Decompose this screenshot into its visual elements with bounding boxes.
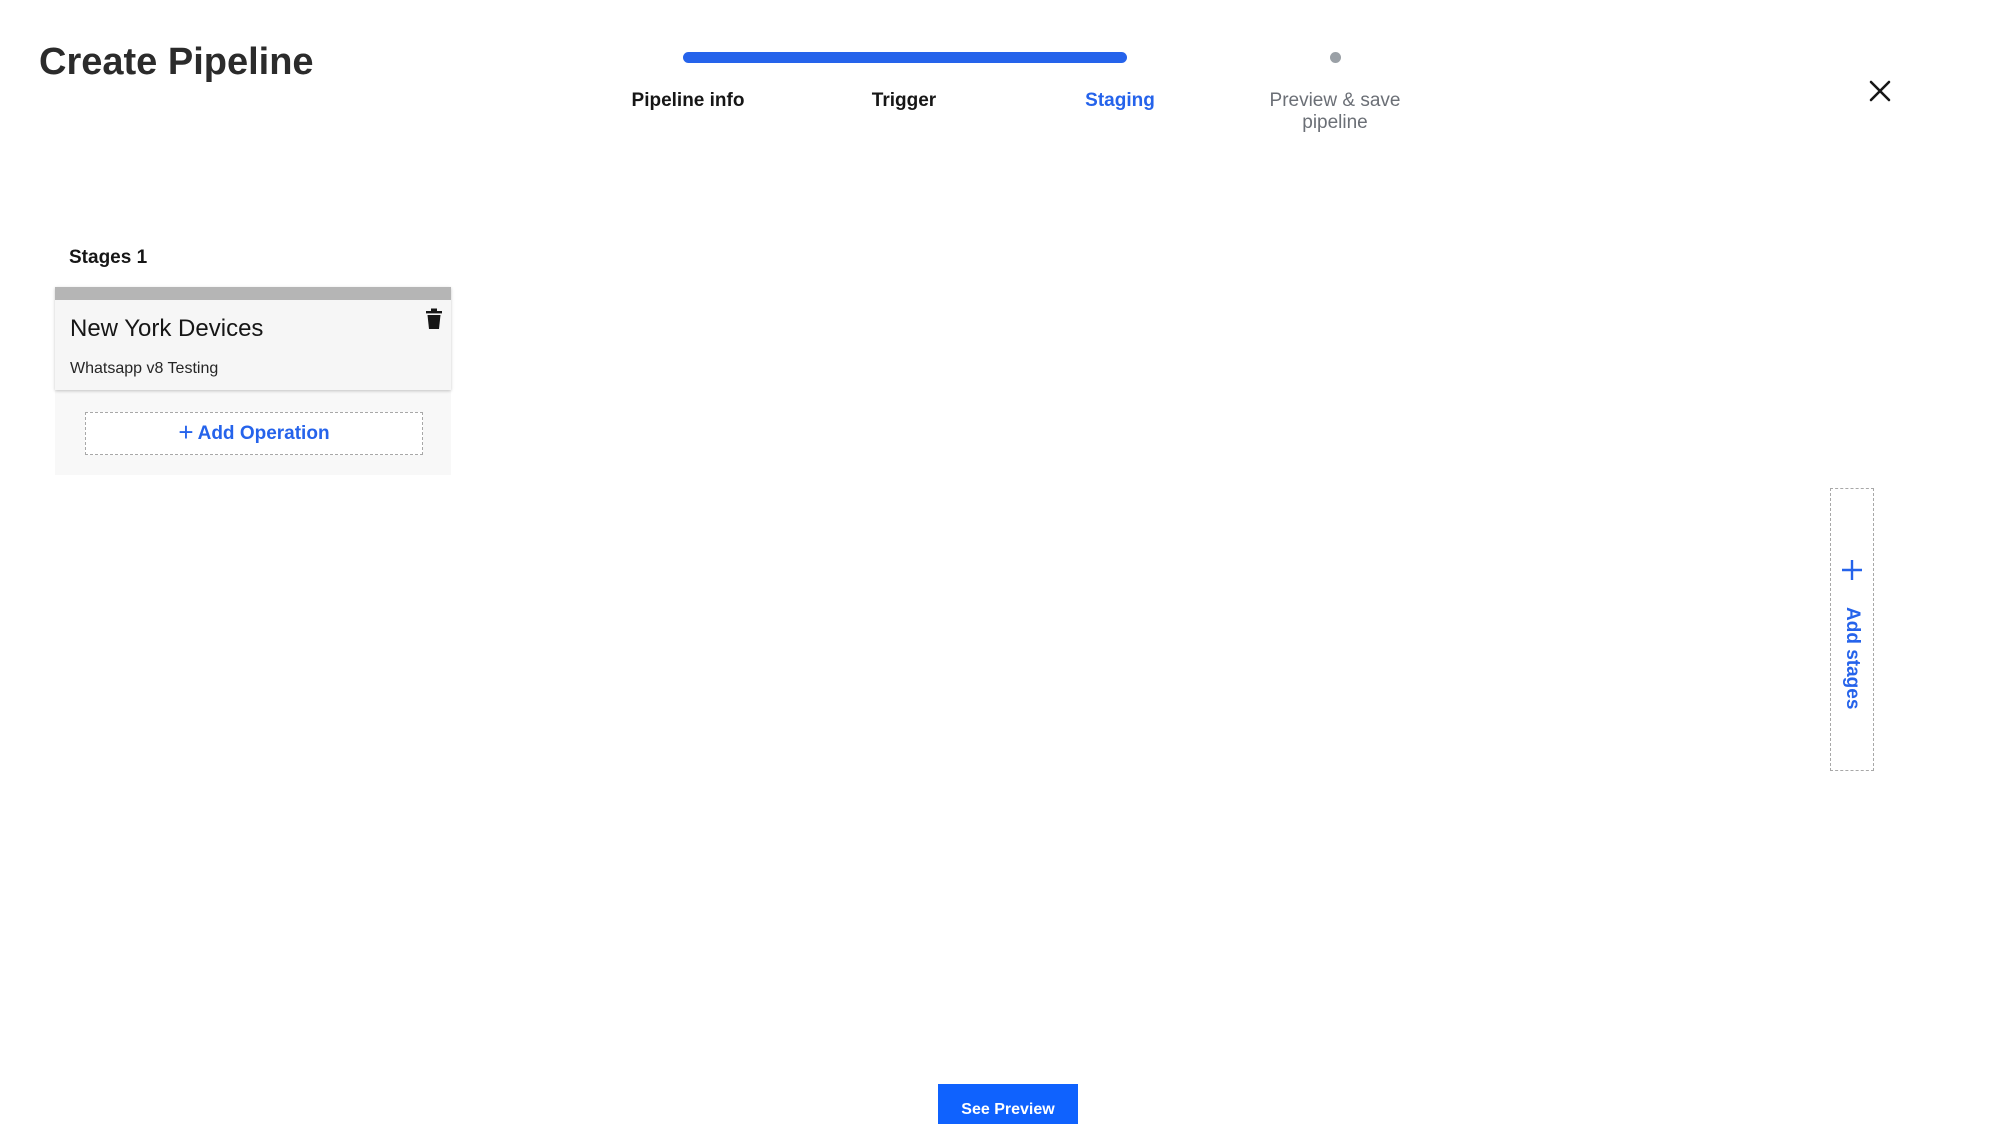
stage-card-subtitle: Whatsapp v8 Testing xyxy=(70,360,219,377)
step-preview-save[interactable]: Preview & save pipeline xyxy=(1260,90,1410,134)
add-stages-label: Add stages xyxy=(1842,607,1863,710)
plus-icon xyxy=(1840,558,1864,582)
step-staging[interactable]: Staging xyxy=(1060,90,1180,112)
page-title: Create Pipeline xyxy=(39,41,314,83)
trash-icon xyxy=(424,308,444,333)
add-operation-label: Add Operation xyxy=(197,422,330,444)
stage-column: New York Devices Whatsapp v8 Testing + A… xyxy=(55,287,451,475)
step-trigger[interactable]: Trigger xyxy=(844,90,964,112)
plus-icon: + xyxy=(178,417,194,447)
close-icon xyxy=(1864,75,1896,107)
add-operation-button[interactable]: + Add Operation xyxy=(85,412,423,455)
step-pipeline-info[interactable]: Pipeline info xyxy=(618,90,758,112)
add-stages-button[interactable]: Add stages xyxy=(1830,488,1874,771)
see-preview-button[interactable]: See Preview xyxy=(938,1084,1078,1124)
progress-bar xyxy=(683,52,1127,63)
stages-heading: Stages 1 xyxy=(69,247,148,268)
close-button[interactable] xyxy=(1864,75,1896,107)
progress-step-dot xyxy=(1330,52,1341,63)
card-top-bar xyxy=(55,287,451,300)
delete-stage-button[interactable] xyxy=(424,308,444,330)
stage-card-title: New York Devices xyxy=(70,315,264,342)
stage-card[interactable]: New York Devices Whatsapp v8 Testing xyxy=(55,287,451,390)
